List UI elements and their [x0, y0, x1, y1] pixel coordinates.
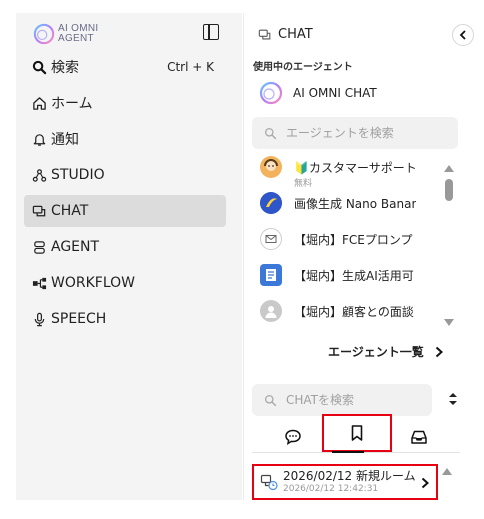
chevron-left-icon	[459, 30, 466, 40]
sidebar-item-label: ホーム	[51, 96, 93, 112]
logo-line2: AGENT	[58, 33, 94, 44]
room-list-scroll-up-icon[interactable]	[442, 468, 452, 475]
chat-search-box[interactable]	[252, 384, 432, 416]
sort-toggle-icon[interactable]	[448, 392, 458, 406]
sidebar-toggle-icon[interactable]	[203, 24, 219, 40]
agent-name: 【堀内】FCEプロンプト	[294, 232, 416, 247]
mail-avatar-icon	[260, 228, 282, 250]
scroll-down-icon[interactable]	[444, 319, 454, 326]
sidebar-item-chat[interactable]: CHAT	[24, 195, 226, 227]
support-avatar-icon	[260, 156, 282, 178]
sidebar-item-speech[interactable]: SPEECH	[24, 303, 226, 335]
sidebar-item-label: 検索	[51, 60, 79, 76]
collapse-panel-button[interactable]	[452, 24, 474, 46]
home-icon	[32, 96, 47, 111]
agent-search-box[interactable]	[252, 117, 458, 149]
logo-text: AI OMNI AGENT	[58, 24, 98, 44]
nodes-icon	[32, 168, 47, 183]
omni-orb-icon	[259, 81, 283, 105]
agent-item-support[interactable]: 🔰カスタマーサポート 無料	[252, 149, 442, 189]
search-icon	[32, 60, 47, 75]
agent-list-scrollbar[interactable]	[444, 161, 454, 329]
sidebar-item-label: SPEECH	[51, 311, 107, 327]
microphone-icon	[32, 312, 47, 327]
sidebar-item-search[interactable]: 検索 Ctrl + K	[24, 51, 226, 83]
sidebar-item-label: AGENT	[51, 239, 100, 255]
search-shortcut: Ctrl + K	[167, 60, 214, 74]
active-agent-section-label: 使用中のエージェント	[253, 62, 353, 73]
speech-bubble-icon	[285, 429, 301, 446]
chat-room-title: 2026/02/12 新規ルーム	[283, 469, 416, 483]
chat-header-title: CHAT	[278, 27, 313, 42]
tab-conversations[interactable]	[276, 421, 310, 453]
agent-item-banana[interactable]: 画像生成 Nano Banana	[252, 185, 442, 221]
sidebar-item-home[interactable]: ホーム	[24, 87, 226, 119]
bell-icon	[32, 132, 47, 147]
person-avatar-icon	[260, 300, 282, 322]
agent-list-link[interactable]: エージェント一覧	[328, 343, 444, 360]
chat-room-item[interactable]: 2026/02/12 新規ルーム 2026/02/12 12:42:31	[252, 464, 438, 500]
workflow-icon	[32, 276, 47, 291]
sidebar-item-label: STUDIO	[51, 167, 105, 183]
logo-orb-icon	[33, 23, 55, 45]
tab-inbox[interactable]	[402, 421, 436, 453]
bookmark-icon	[351, 425, 363, 441]
scroll-up-icon[interactable]	[444, 165, 454, 172]
active-agent-name: AI OMNI CHAT	[293, 86, 377, 100]
chat-tab-bar	[252, 414, 460, 453]
document-avatar-icon	[260, 264, 282, 286]
active-agent[interactable]: AI OMNI CHAT	[259, 81, 377, 105]
banana-avatar-icon	[260, 192, 282, 214]
agent-name: 画像生成 Nano Banana	[294, 196, 416, 211]
chevron-right-icon	[421, 477, 429, 489]
agent-item-fce[interactable]: 【堀内】FCEプロンプト	[252, 221, 442, 257]
sidebar-item-label: CHAT	[51, 203, 89, 219]
app-window: AI OMNI AGENT 検索 Ctrl + K ホーム 通知 STUDIO …	[0, 0, 484, 519]
agent-item-genai[interactable]: 【堀内】生成AI活用可	[252, 257, 442, 293]
sidebar-item-notifications[interactable]: 通知	[24, 123, 226, 155]
chat-icon	[258, 29, 271, 39]
agent-icon	[32, 240, 47, 255]
chat-search-input[interactable]	[286, 393, 416, 407]
inbox-icon	[411, 430, 427, 444]
chat-icon	[32, 204, 47, 219]
logo[interactable]: AI OMNI AGENT	[33, 21, 98, 47]
chat-panel: CHAT 使用中のエージェント AI OMNI CHAT 🔰カスタマーサポート …	[243, 13, 467, 500]
agent-name: 🔰カスタマーサポート	[294, 160, 416, 175]
chat-header: CHAT	[258, 27, 313, 42]
agent-list: 🔰カスタマーサポート 無料 画像生成 Nano Banana 【堀内】FCEプロ…	[252, 149, 442, 329]
agent-name: 【堀内】生成AI活用可	[294, 268, 414, 283]
sidebar-item-agent[interactable]: AGENT	[24, 231, 226, 263]
agent-name: 【堀内】顧客との面談	[294, 304, 414, 319]
sidebar-item-label: WORKFLOW	[51, 275, 135, 291]
search-icon	[264, 127, 277, 139]
chat-room-icon	[260, 474, 278, 491]
scroll-thumb[interactable]	[445, 179, 453, 201]
sidebar: AI OMNI AGENT 検索 Ctrl + K ホーム 通知 STUDIO …	[16, 13, 242, 500]
search-icon	[264, 394, 277, 406]
agent-item-interview[interactable]: 【堀内】顧客との面談	[252, 293, 442, 329]
chevron-right-icon	[435, 346, 443, 357]
sidebar-item-studio[interactable]: STUDIO	[24, 159, 226, 191]
chat-room-text: 2026/02/12 新規ルーム 2026/02/12 12:42:31	[283, 469, 416, 495]
sidebar-item-label: 通知	[51, 132, 79, 148]
agent-list-link-label: エージェント一覧	[328, 345, 424, 359]
agent-search-input[interactable]	[286, 126, 436, 140]
chat-room-time: 2026/02/12 12:42:31	[283, 484, 379, 494]
tab-active-underline	[332, 451, 364, 453]
tab-bookmarks[interactable]	[322, 414, 392, 452]
sidebar-item-workflow[interactable]: WORKFLOW	[24, 267, 226, 299]
